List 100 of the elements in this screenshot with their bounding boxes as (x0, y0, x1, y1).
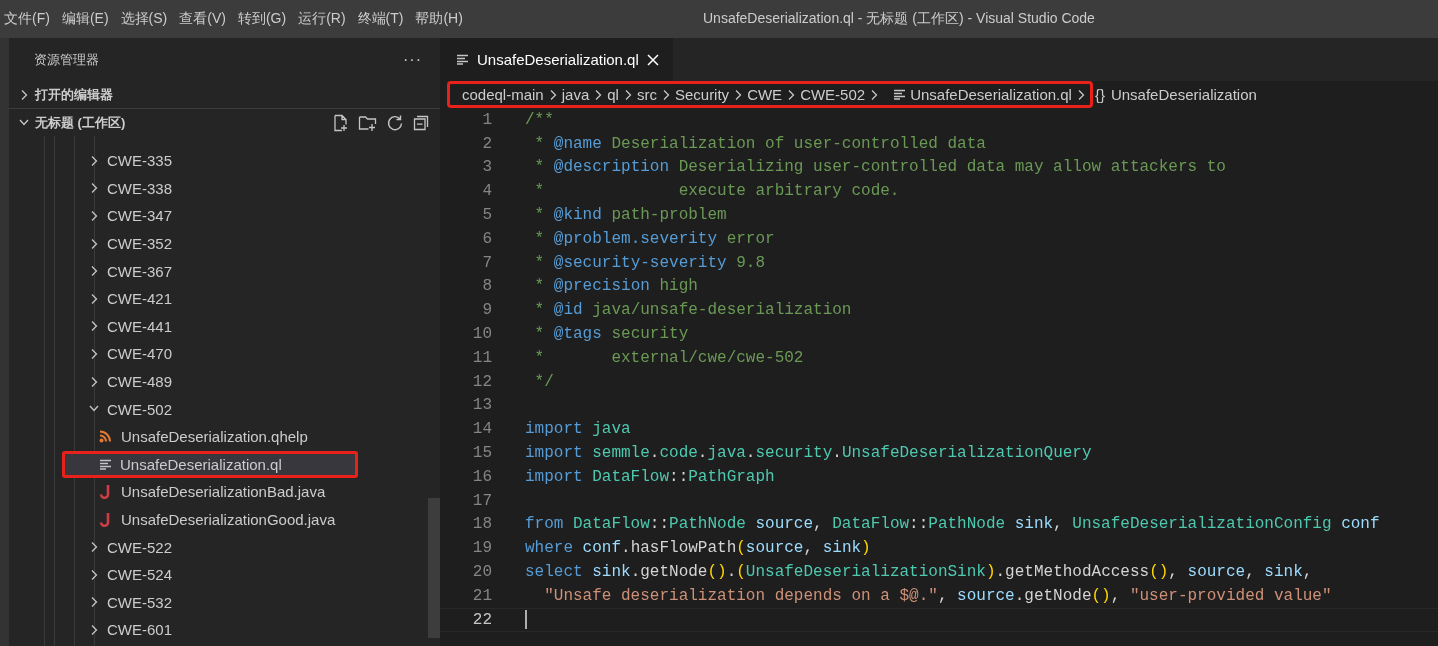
code-line: import semmle.code.java.security.UnsafeDeserializationQuery (525, 444, 1092, 463)
line-number: 3 (481, 158, 493, 177)
folder-item[interactable]: CWE-347 (9, 202, 426, 230)
breadcrumb-item[interactable]: ql (607, 86, 619, 103)
line-number: 6 (481, 229, 493, 248)
section-header[interactable]: 打开的编辑器 (9, 82, 440, 108)
breadcrumb-item[interactable]: UnsafeDeserialization (1110, 86, 1257, 103)
menu-item[interactable]: 终端(T) (353, 10, 412, 28)
folder-item[interactable]: CWE-601 (9, 616, 426, 644)
code-line: "Unsafe deserialization depends on a $@.", source.getNode(), "user-provided value" (543, 586, 1332, 605)
breadcrumb-item[interactable]: java (561, 86, 590, 103)
folder-item[interactable]: CWE-524 (9, 560, 426, 589)
chevron-icon (733, 87, 744, 102)
folder-item[interactable]: CWE-338 (9, 174, 426, 203)
chevron-icon (869, 87, 880, 102)
line-number: 22 (471, 610, 493, 629)
code-line: /** (525, 110, 554, 129)
code-line: import DataFlow::PathGraph (525, 467, 775, 486)
line-number: 4 (481, 182, 493, 201)
code-line: where conf.hasFlowPath(source, sink) (525, 539, 871, 558)
chevron-icon (89, 153, 99, 168)
breadcrumb-item[interactable]: src (636, 86, 657, 103)
folder-item[interactable]: CWE-532 (9, 588, 426, 617)
lines-icon (99, 458, 112, 470)
folder-item[interactable]: CWE-470 (9, 340, 426, 368)
folder-item[interactable]: CWE-441 (9, 312, 426, 341)
code-line: * @name Deserialization of user-controlled data (533, 134, 986, 153)
chevron-icon (786, 87, 797, 102)
menu-item[interactable]: 帮助(H) (411, 10, 471, 28)
code-line: select sink.getNode().(UnsafeDeserializationSink).getMethodAccess(), source, sink, (525, 563, 1313, 582)
close-icon[interactable] (646, 53, 659, 66)
line-number: 11 (471, 348, 493, 367)
code-line: import java (525, 420, 631, 439)
folder-item[interactable]: CWE-489 (9, 367, 426, 396)
code-line: from DataFlow::PathNode source, DataFlow::PathNode sink, UnsafeDeserializationConfig conf (525, 515, 1380, 534)
line-number: 16 (471, 467, 493, 486)
scrollbar[interactable] (428, 498, 440, 638)
line-number: 18 (471, 515, 493, 534)
file-item[interactable]: UnsafeDeserialization.ql (62, 450, 358, 479)
chevron-icon (89, 291, 99, 306)
section-header[interactable]: 无标题 (工作区) (9, 108, 440, 136)
menu-item[interactable]: 查看(V) (175, 10, 234, 28)
folder-item[interactable]: CWE-522 (9, 533, 426, 561)
file-item[interactable]: UnsafeDeserializationBad.java (9, 478, 426, 506)
line-number: 14 (471, 420, 493, 439)
new-folder-icon[interactable] (358, 113, 378, 132)
code-line: * @precision high (533, 277, 698, 296)
folder-item[interactable]: CWE-335 (9, 147, 426, 175)
menu-item[interactable]: 文件(F) (0, 10, 58, 28)
line-number: 5 (481, 206, 493, 225)
chevron-icon (89, 567, 99, 582)
chevron-icon (89, 374, 99, 389)
menu-item[interactable]: 转到(G) (233, 10, 295, 28)
more-button[interactable]: ··· (403, 51, 422, 69)
breadcrumb-item[interactable]: CWE-502 (800, 86, 866, 103)
line-number: 10 (471, 325, 493, 344)
chevron-icon (19, 88, 29, 102)
code-line: * @problem.severity error (533, 229, 775, 248)
code-line: * execute arbitrary code. (533, 182, 900, 201)
lines-icon (893, 89, 907, 100)
chevron-icon (89, 346, 99, 361)
panel-title: 资源管理器 (34, 51, 99, 69)
file-item[interactable]: UnsafeDeserializationGood.java (9, 505, 426, 534)
menu-item[interactable]: 编辑(E) (57, 10, 117, 28)
menu-item[interactable]: 运行(R) (294, 10, 354, 28)
folder-item[interactable]: CWE-421 (9, 284, 426, 313)
code-line: * external/cwe/cwe-502 (533, 348, 804, 367)
refresh-icon[interactable] (386, 113, 404, 132)
line-number: 12 (471, 372, 493, 391)
chevron-icon (89, 319, 99, 334)
lines-icon (456, 54, 469, 65)
file-item[interactable]: UnsafeDeserialization.qhelp (9, 422, 426, 451)
chevron-icon (89, 236, 99, 251)
folder-item[interactable]: CWE-502 (9, 395, 426, 423)
breadcrumb-item[interactable]: codeql-main (462, 86, 544, 103)
breadcrumb-item[interactable]: UnsafeDeserialization.ql (910, 86, 1072, 103)
chevron-icon (89, 264, 99, 279)
new-file-icon[interactable] (332, 113, 350, 132)
collapse-icon[interactable] (412, 113, 430, 132)
chevron-icon (89, 622, 99, 637)
line-number: 15 (471, 444, 493, 463)
line-number: 19 (471, 539, 493, 558)
code-line: */ (533, 372, 554, 391)
breadcrumb-item[interactable]: CWE (747, 86, 783, 103)
line-number: 20 (471, 563, 493, 582)
chevron-icon (89, 540, 99, 555)
line-number: 7 (481, 253, 493, 272)
menu-item[interactable]: 选择(S) (116, 10, 176, 28)
breadcrumb-item[interactable]: Security (674, 86, 730, 103)
chevron-icon (89, 595, 99, 610)
editor-tab[interactable]: UnsafeDeserialization.ql (440, 38, 673, 81)
chevron-icon (89, 181, 99, 196)
window-title: UnsafeDeserialization.ql - 无标题 (工作区) - Visual Studio Code (703, 10, 1095, 28)
folder-item[interactable]: CWE-367 (9, 257, 426, 285)
line-number: 17 (471, 491, 493, 510)
code-line: * @id java/unsafe-deserialization (533, 301, 852, 320)
code-line: * @kind path-problem (533, 206, 727, 225)
line-number: 9 (481, 301, 493, 320)
folder-item[interactable]: CWE-352 (9, 229, 426, 258)
line-number: 8 (481, 277, 493, 296)
